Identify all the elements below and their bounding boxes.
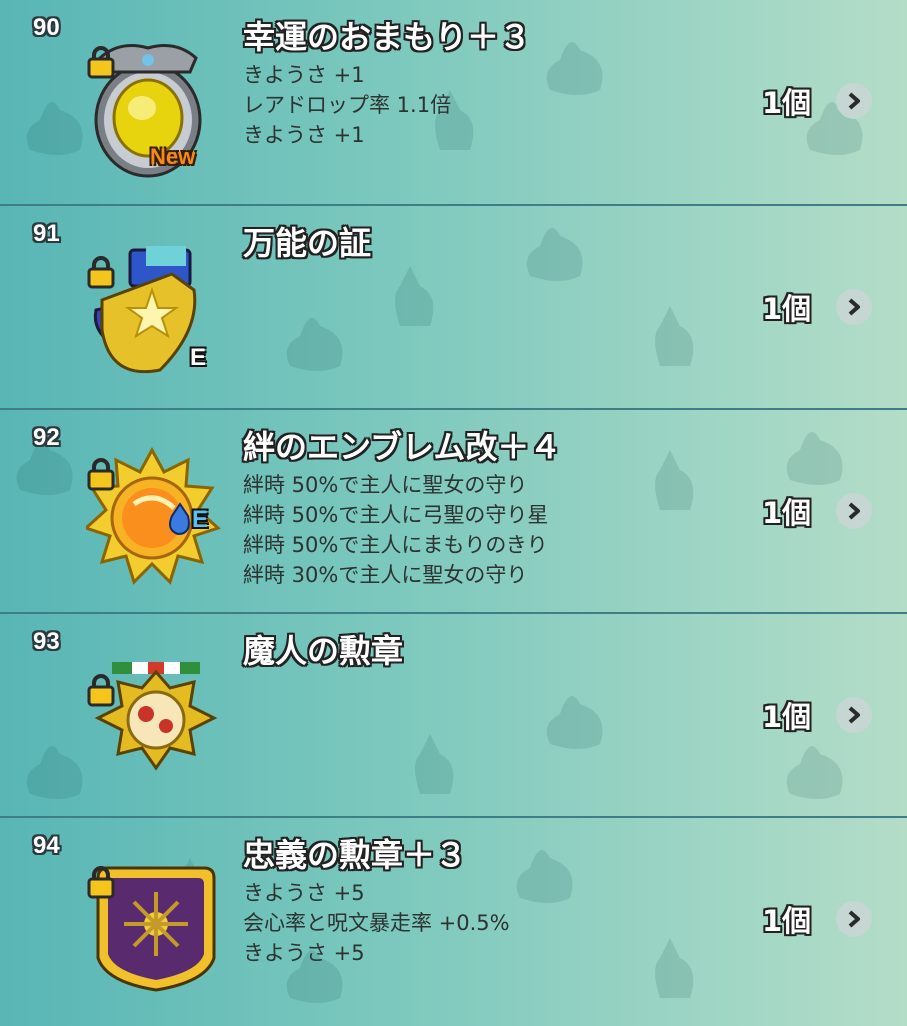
item-number: 92 xyxy=(33,424,60,451)
item-quantity: 1個 xyxy=(762,86,812,120)
new-badge: New xyxy=(150,144,196,169)
accessory-list: 90 New 幸運のおまもり＋３ きようさ +1 レアドロップ率 1.1倍 きよ… xyxy=(0,0,907,1024)
item-quantity: 1個 xyxy=(762,292,812,326)
effect-line: きようさ +5 xyxy=(243,941,365,965)
chevron-right-icon[interactable] xyxy=(836,697,872,733)
item-effects: 絆時 50%で主人に聖女の守り 絆時 50%で主人に弓聖の守り星 絆時 50%で… xyxy=(243,470,548,590)
effect-line: 絆時 50%で主人に弓聖の守り星 xyxy=(243,503,549,527)
item-quantity: 1個 xyxy=(762,700,812,734)
lock-icon xyxy=(87,458,115,491)
item-number: 93 xyxy=(33,628,60,655)
item-name: 幸運のおまもり＋３ xyxy=(243,18,532,56)
effect-line: きようさ +5 xyxy=(243,881,365,905)
chevron-right-icon[interactable] xyxy=(836,493,872,529)
lock-icon xyxy=(87,46,115,79)
demon-medal-icon xyxy=(86,648,226,793)
list-item-94[interactable]: 94 忠義の勲章＋３ きようさ +5 会心率と呪文暴走率 +0.5% きようさ … xyxy=(0,816,907,1024)
effect-line: きようさ +1 xyxy=(243,123,365,147)
item-name: 絆のエンブレム改＋４ xyxy=(243,428,562,466)
item-effects: きようさ +5 会心率と呪文暴走率 +0.5% きようさ +5 xyxy=(243,878,510,968)
list-item-92[interactable]: 92 E 絆のエンブレム改＋４ 絆時 50%で主人に聖女の守り 絆時 50%で主… xyxy=(0,408,907,612)
effect-line: 絆時 50%で主人にまもりのきり xyxy=(243,533,548,557)
lock-icon xyxy=(87,256,115,289)
effect-line: 会心率と呪文暴走率 +0.5% xyxy=(243,911,510,935)
item-name: 忠義の勲章＋３ xyxy=(243,836,468,874)
gold-shield-emblem-icon: E xyxy=(86,240,226,385)
item-name: 万能の証 xyxy=(243,224,372,262)
effect-line: 絆時 50%で主人に聖女の守り xyxy=(243,473,528,497)
chevron-right-icon[interactable] xyxy=(836,83,872,119)
effect-line: 絆時 30%で主人に聖女の守り xyxy=(243,563,528,587)
item-quantity: 1個 xyxy=(762,496,812,530)
item-number: 94 xyxy=(33,832,60,859)
effect-line: レアドロップ率 1.1倍 xyxy=(243,93,452,117)
equipped-badge: E xyxy=(192,506,209,533)
effect-line: きようさ +1 xyxy=(243,63,365,87)
lock-icon xyxy=(87,674,115,707)
bond-emblem-sun-icon: E xyxy=(83,444,226,589)
lock-icon xyxy=(87,866,115,899)
item-effects: きようさ +1 レアドロップ率 1.1倍 きようさ +1 xyxy=(243,60,451,150)
chevron-right-icon[interactable] xyxy=(836,901,872,937)
list-item-90[interactable]: 90 New 幸運のおまもり＋３ きようさ +1 レアドロップ率 1.1倍 きよ… xyxy=(0,0,907,204)
item-quantity: 1個 xyxy=(762,904,812,938)
list-item-93[interactable]: 93 魔人の勲章 1個 xyxy=(0,612,907,816)
item-number: 91 xyxy=(33,220,60,247)
item-name: 魔人の勲章 xyxy=(243,632,404,670)
loyalty-medal-shield-icon xyxy=(86,852,226,997)
list-item-91[interactable]: 91 E 万能の証 1個 xyxy=(0,204,907,408)
item-number: 90 xyxy=(33,14,60,41)
lucky-charm-icon: New xyxy=(86,34,226,179)
chevron-right-icon[interactable] xyxy=(836,289,872,325)
equipped-badge: E xyxy=(190,344,207,371)
